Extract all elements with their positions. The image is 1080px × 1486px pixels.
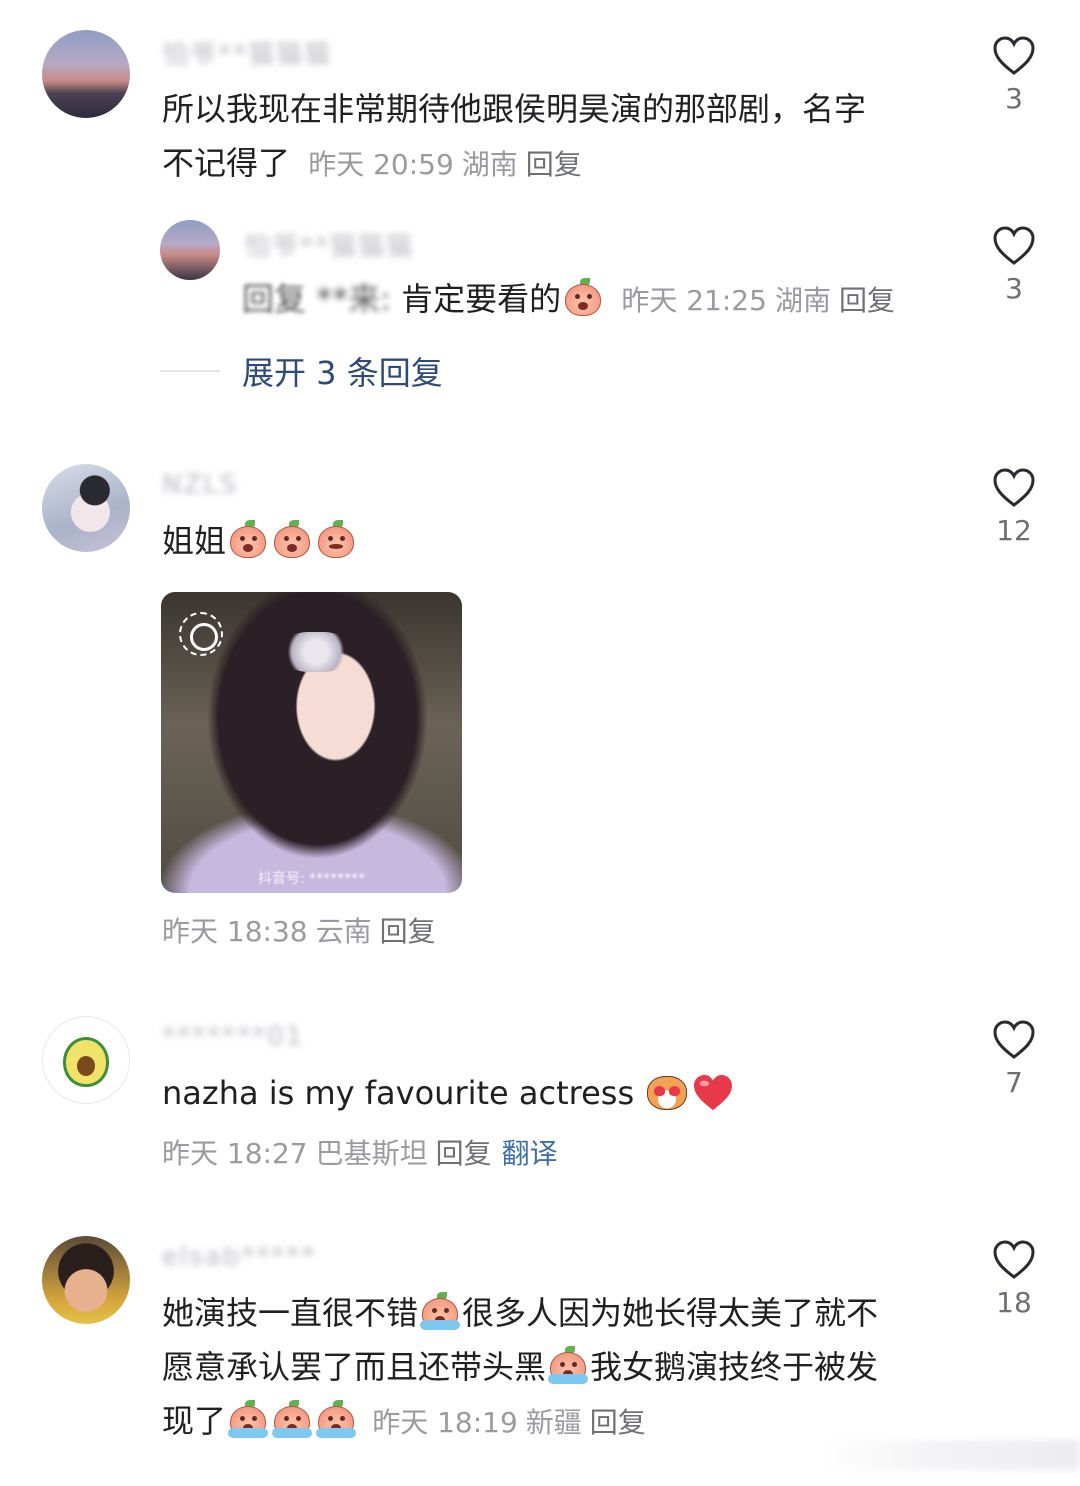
comment-text-line: 她演技一直很不错 很多人因为她长得太美了就不 — [162, 1286, 878, 1340]
comment-text: 所以我现在非常期待他跟侯明昊演的那部剧，名字 不记得了 昨天 20:59 湖南 回复 — [162, 82, 866, 192]
dog-heart-eyes-emoji — [644, 1070, 690, 1112]
comment-text-fragment: 愿意承认罢了而且还带头黑 — [162, 1348, 547, 1386]
like-button[interactable]: 18 — [984, 1240, 1044, 1319]
comment-text-line: 所以我现在非常期待他跟侯明昊演的那部剧，名字 — [162, 90, 867, 128]
comment-text: 她演技一直很不错 很多人因为她长得太美了就不 愿意承认罢了而且还带头黑 我女鹅演技终… — [162, 1286, 878, 1450]
username[interactable]: 怕爷**猫猫猫 — [244, 226, 414, 263]
username[interactable]: 怕爷**猫猫猫 — [162, 34, 332, 71]
reply-text: 回复 **来: 肯定要看的 昨天 21:25 湖南 回复 — [242, 272, 895, 328]
comment-text-fragment: 现了 — [162, 1402, 227, 1440]
heart-outline-icon — [993, 1020, 1035, 1059]
timestamp: 昨天 18:38 — [162, 915, 308, 948]
reply-button[interactable]: 回复 — [380, 915, 436, 948]
heart-outline-icon — [993, 226, 1035, 265]
avatar[interactable] — [42, 464, 130, 552]
mention[interactable]: **来: — [316, 280, 391, 318]
comment-text: nazha is my favourite actress — [162, 1066, 734, 1120]
peach-emoji — [563, 278, 603, 316]
peach-emoji — [316, 520, 356, 558]
peach-emoji — [316, 1400, 357, 1438]
comment-meta: 昨天 20:59 湖南 回复 — [308, 148, 582, 181]
comment-meta: 昨天 18:19 新疆 回复 — [372, 1406, 646, 1439]
reply-prefix: 回复 — [242, 280, 307, 318]
heart-outline-icon — [993, 468, 1035, 507]
live-photo-icon — [179, 612, 223, 656]
heart-outline-icon — [993, 36, 1035, 75]
timestamp: 昨天 18:19 — [372, 1406, 518, 1439]
location: 湖南 — [461, 148, 518, 181]
comment-text-fragment: 很多人因为她长得太美了就不 — [462, 1294, 879, 1332]
hair-ornament — [281, 632, 351, 672]
like-button[interactable]: 12 — [984, 468, 1044, 547]
comment-text-content: 姐姐 — [162, 522, 227, 560]
red-heart-emoji — [694, 1074, 733, 1111]
location: 湖南 — [774, 284, 831, 317]
comment-text-line: 不记得了 昨天 20:59 湖南 回复 — [162, 136, 866, 192]
peach-emoji — [228, 1400, 269, 1438]
comment-meta: 昨天 18:27 巴基斯坦 回复 翻译 — [162, 1132, 558, 1172]
peach-emoji — [272, 520, 312, 558]
comment-image[interactable] — [161, 592, 462, 893]
comment-text-line: 现了 昨天 18:19 新疆 回复 — [162, 1394, 878, 1450]
comment-text: 姐姐 — [162, 514, 358, 568]
like-count: 18 — [996, 1286, 1032, 1319]
timestamp: 昨天 18:27 — [162, 1137, 308, 1170]
comment-text-line: 愿意承认罢了而且还带头黑 我女鹅演技终于被发 — [162, 1340, 878, 1394]
timestamp: 昨天 20:59 — [308, 148, 454, 181]
like-count: 7 — [1005, 1066, 1023, 1099]
avocado-icon — [63, 1037, 109, 1087]
peach-emoji — [420, 1292, 461, 1330]
comment-text-fragment: 她演技一直很不错 — [162, 1294, 419, 1332]
reply-text-content: 肯定要看的 — [401, 280, 562, 318]
like-count: 12 — [996, 514, 1032, 547]
like-button[interactable]: 3 — [984, 36, 1044, 115]
avatar[interactable] — [160, 220, 220, 280]
peach-emoji — [228, 520, 268, 558]
comment-text-fragment: 我女鹅演技终于被发 — [590, 1348, 879, 1386]
username[interactable]: elsab***** — [162, 1242, 316, 1272]
location: 新疆 — [525, 1406, 582, 1439]
peach-emoji — [272, 1400, 313, 1438]
username[interactable]: NZLS — [162, 470, 238, 500]
reply-button[interactable]: 回复 — [436, 1137, 492, 1170]
expand-replies-button[interactable]: 展开 3 条回复 — [242, 348, 443, 394]
like-count: 3 — [1005, 272, 1023, 305]
like-count: 3 — [1005, 82, 1023, 115]
timestamp: 昨天 21:25 — [621, 284, 767, 317]
translate-button[interactable]: 翻译 — [502, 1137, 558, 1170]
like-button[interactable]: 3 — [984, 226, 1044, 305]
like-button[interactable]: 7 — [984, 1020, 1044, 1099]
divider — [160, 370, 220, 372]
avatar[interactable] — [42, 1016, 130, 1104]
avatar[interactable] — [42, 30, 130, 118]
reply-button[interactable]: 回复 — [590, 1406, 646, 1439]
avatar[interactable] — [42, 1236, 130, 1324]
heart-outline-icon — [993, 1240, 1035, 1279]
comment-meta: 昨天 21:25 湖南 回复 — [621, 284, 895, 317]
peach-emoji — [548, 1346, 589, 1384]
comment-meta: 昨天 18:38 云南 回复 — [162, 910, 436, 950]
username[interactable]: *******01 — [162, 1022, 304, 1052]
watermark-overlay — [820, 1440, 1080, 1470]
location: 巴基斯坦 — [315, 1137, 428, 1170]
comment-text-content: nazha is my favourite actress — [162, 1074, 635, 1112]
location: 云南 — [315, 915, 372, 948]
comment-text-fragment: 不记得了 — [162, 144, 291, 182]
reply-button[interactable]: 回复 — [839, 284, 895, 317]
image-watermark: 抖音号: ******** — [258, 871, 366, 887]
reply-button[interactable]: 回复 — [526, 148, 582, 181]
